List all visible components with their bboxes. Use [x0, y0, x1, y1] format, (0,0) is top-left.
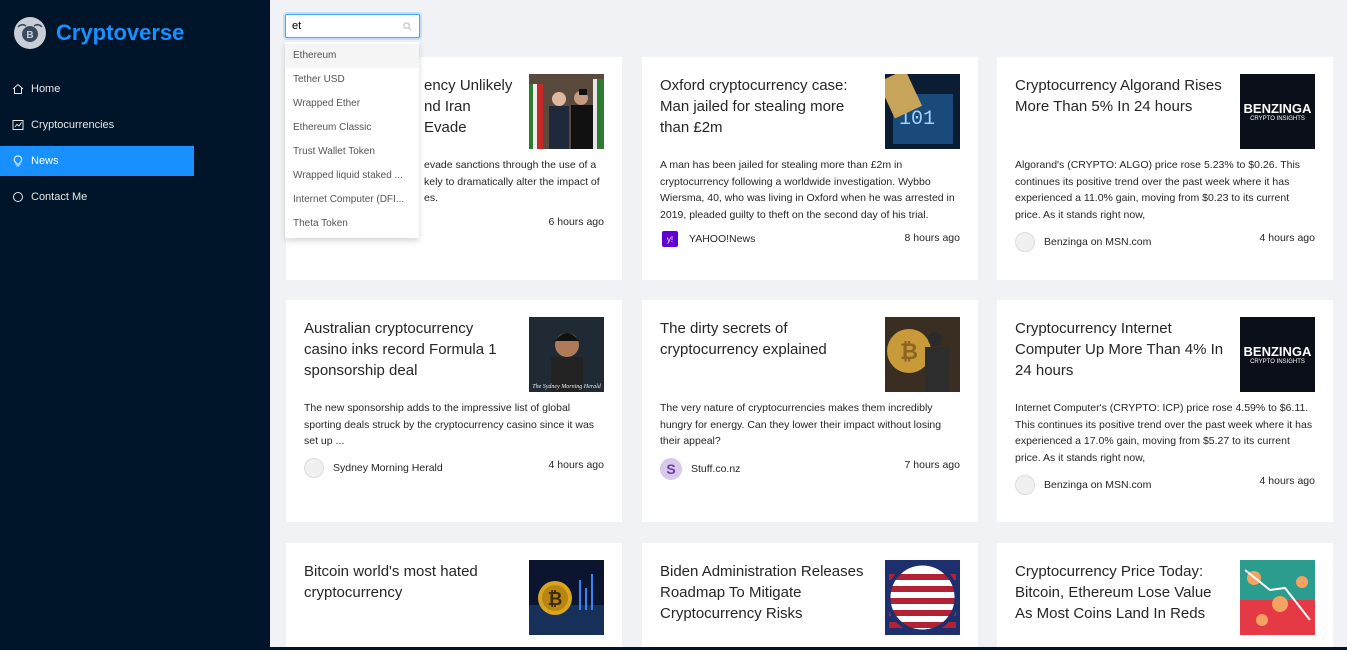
bulb-icon: [12, 155, 24, 167]
news-card[interactable]: Cryptocurrency Algorand Rises More Than …: [997, 57, 1333, 280]
dropdown-option[interactable]: Wrapped liquid staked ...: [285, 164, 419, 188]
card-title: Bitcoin world's most hated cryptocurrenc…: [304, 563, 478, 601]
nav-item-home[interactable]: Home: [0, 74, 194, 104]
logo[interactable]: B Cryptoverse: [14, 17, 184, 49]
nav-item-label: News: [31, 155, 59, 167]
news-image: 101: [885, 74, 960, 149]
nav-item-cryptocurrencies[interactable]: Cryptocurrencies: [0, 110, 194, 140]
news-image: [1240, 560, 1315, 635]
dropdown-option[interactable]: Theta Token: [285, 212, 419, 236]
search-dropdown: Ethereum Tether USD Wrapped Ether Ethere…: [285, 42, 419, 238]
dropdown-option[interactable]: Ethereum: [285, 44, 419, 68]
card-title: Biden Administration Releases Roadmap To…: [660, 563, 864, 622]
dropdown-option[interactable]: Trust Wallet Token: [285, 140, 419, 164]
provider-name: YAHOO!News: [689, 233, 756, 245]
news-card[interactable]: Australian cryptocurrency casino inks re…: [286, 300, 622, 522]
crypto-coin-icon: B: [14, 17, 46, 49]
news-image: BENZINGA CRYPTO INSIGHTS: [1240, 74, 1315, 149]
card-provider: S Stuff.co.nz: [660, 458, 740, 480]
card-title: Cryptocurrency Algorand Rises More Than …: [1015, 77, 1222, 115]
provider-name: Sydney Morning Herald: [333, 462, 443, 474]
dropdown-option[interactable]: Ethereum Classic: [285, 116, 419, 140]
nav-item-label: Cryptocurrencies: [31, 119, 115, 131]
card-provider: Benzinga on MSN.com: [1015, 475, 1151, 495]
home-icon: [12, 83, 24, 95]
dropdown-option[interactable]: Tether USD: [285, 68, 419, 92]
app-title[interactable]: Cryptoverse: [56, 20, 184, 46]
dropdown-option[interactable]: Internet Computer (DFI...: [285, 188, 419, 212]
news-placeholder-icon: [1015, 475, 1035, 495]
provider-name: Stuff.co.nz: [691, 463, 741, 475]
provider-name: Benzinga on MSN.com: [1044, 479, 1152, 491]
card-provider: Benzinga on MSN.com: [1015, 232, 1151, 252]
card-description: A man has been jailed for stealing more …: [660, 159, 955, 221]
fund-icon: [12, 119, 24, 131]
sidebar: B Cryptoverse Home Cryptocurrencies News: [0, 0, 270, 650]
card-title: Australian cryptocurrency casino inks re…: [304, 320, 497, 379]
crypto-search[interactable]: [285, 14, 420, 38]
provider-name: Benzinga on MSN.com: [1044, 236, 1152, 248]
news-card[interactable]: Bitcoin world's most hated cryptocurrenc…: [286, 543, 622, 650]
search-input[interactable]: [292, 20, 392, 32]
card-description: Algorand's (CRYPTO: ALGO) price rose 5.2…: [1015, 159, 1301, 221]
news-placeholder-icon: [304, 458, 324, 478]
card-time: 4 hours ago: [1259, 232, 1315, 244]
news-card[interactable]: Cryptocurrency Internet Computer Up More…: [997, 300, 1333, 522]
news-card[interactable]: Oxford cryptocurrency case: Man jailed f…: [642, 57, 978, 280]
card-provider: y! YAHOO!News: [660, 231, 755, 247]
card-time: 6 hours ago: [548, 216, 604, 228]
svg-text:B: B: [26, 30, 33, 41]
svg-text:₿: ₿: [900, 339, 918, 364]
card-title: Oxford cryptocurrency case: Man jailed f…: [660, 77, 848, 136]
card-time: 4 hours ago: [1259, 475, 1315, 487]
stuff-logo-icon: S: [660, 458, 682, 480]
card-title: Cryptocurrency Internet Computer Up More…: [1015, 320, 1224, 379]
card-description: Internet Computer's (CRYPTO: ICP) price …: [1015, 402, 1313, 464]
news-card[interactable]: Cryptocurrency Price Today: Bitcoin, Eth…: [997, 543, 1333, 650]
news-image: ₿: [885, 317, 960, 392]
card-title: Cryptocurrency Price Today: Bitcoin, Eth…: [1015, 563, 1212, 622]
news-image: ₿: [529, 560, 604, 635]
news-card[interactable]: Biden Administration Releases Roadmap To…: [642, 543, 978, 650]
svg-text:₿: ₿: [548, 589, 563, 609]
news-image: The Sydney Morning Herald: [529, 317, 604, 392]
nav-menu: Home Cryptocurrencies News Contact Me: [0, 74, 194, 218]
card-description: The new sponsorship adds to the impressi…: [304, 402, 595, 447]
news-image: BENZINGA CRYPTO INSIGHTS: [1240, 317, 1315, 392]
circle-icon: [12, 191, 24, 203]
news-image: [885, 560, 960, 635]
card-time: 7 hours ago: [904, 459, 960, 471]
news-image: [529, 74, 604, 149]
news-card[interactable]: The dirty secrets of cryptocurrency expl…: [642, 300, 978, 522]
card-time: 8 hours ago: [904, 232, 960, 244]
nav-item-contact[interactable]: Contact Me: [0, 182, 194, 212]
yahoo-icon: y!: [662, 231, 678, 247]
card-time: 4 hours ago: [548, 459, 604, 471]
card-description: The very nature of cryptocurrencies make…: [660, 402, 942, 447]
nav-item-news[interactable]: News: [0, 146, 194, 176]
search-icon: [403, 21, 413, 31]
news-placeholder-icon: [1015, 232, 1035, 252]
card-title: The dirty secrets of cryptocurrency expl…: [660, 320, 827, 358]
nav-item-label: Home: [31, 83, 61, 95]
dropdown-option[interactable]: Wrapped Ether: [285, 92, 419, 116]
nav-item-label: Contact Me: [31, 191, 88, 203]
card-provider: Sydney Morning Herald: [304, 458, 443, 478]
